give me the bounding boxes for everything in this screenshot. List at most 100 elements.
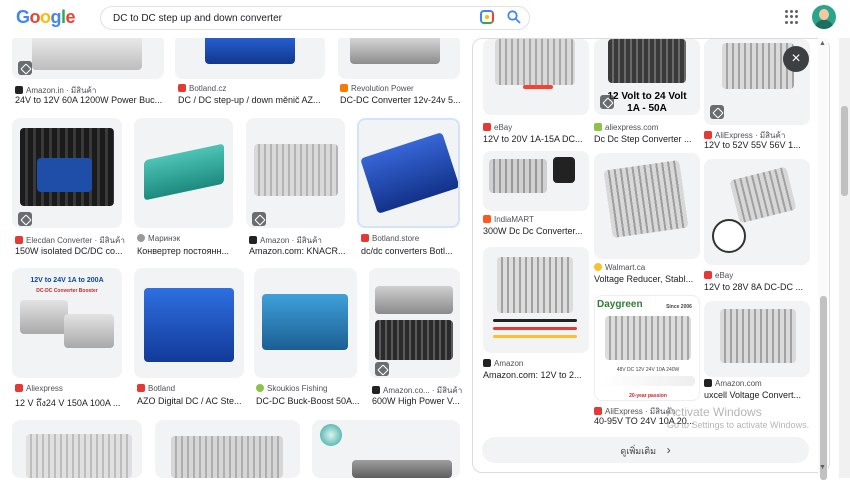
see-more-button[interactable]: ดูเพิ่มเติม › <box>482 437 809 463</box>
related-title[interactable]: Dc Dc Step Converter ... <box>594 134 700 144</box>
result-title[interactable]: Конвертер постоянн... <box>137 246 235 256</box>
aliexpress-icon <box>594 407 602 415</box>
related-title[interactable]: uxcell Voltage Convert... <box>704 390 810 400</box>
related-source[interactable]: aliexpress.com <box>594 123 700 132</box>
amazon-icon <box>249 236 257 244</box>
result-thumbnail[interactable] <box>12 118 122 228</box>
related-title[interactable]: 300W Dc Dc Converter... <box>483 226 589 236</box>
result-thumbnail[interactable] <box>357 118 460 228</box>
result-source[interactable]: Skoukios Fishing <box>256 384 361 393</box>
avatar[interactable] <box>812 5 836 29</box>
result-title[interactable]: DC / DC step-up / down měnič AZ... <box>178 95 328 105</box>
related-source[interactable]: Walmart.ca <box>594 263 700 272</box>
related-title[interactable]: 12V to 52V 55V 56V 1... <box>704 140 810 150</box>
revolution-power-icon <box>340 84 348 92</box>
result-source[interactable]: Botland.cz <box>178 84 328 93</box>
result-title[interactable]: AZO Digital DC / AC Ste... <box>137 396 247 406</box>
image-badge-icon <box>375 362 389 376</box>
result-source[interactable]: Aliexpress <box>15 384 125 393</box>
image-badge-icon <box>600 95 614 109</box>
indiamart-icon <box>483 215 491 223</box>
close-panel-button[interactable]: × <box>783 46 809 72</box>
result-title[interactable]: 600W High Power V... <box>372 396 464 406</box>
page-scrollbar[interactable] <box>839 38 850 478</box>
related-thumbnail[interactable]: Daygreen Since 2006 48V DC 12V 24V 10A 2… <box>594 295 700 401</box>
related-thumbnail[interactable]: 12 Volt to 24 Volt 1A - 50A <box>594 39 700 115</box>
result-source[interactable]: Botland.store <box>361 234 463 243</box>
image-badge-icon <box>710 105 724 119</box>
result-source[interactable]: Botland <box>137 384 247 393</box>
result-thumbnail[interactable] <box>175 34 325 79</box>
result-title[interactable]: 150W isolated DC/DC co... <box>15 246 125 256</box>
windows-activation-watermark: Activate Windows Go to Settings to activ… <box>667 405 810 430</box>
result-thumbnail[interactable] <box>312 420 460 478</box>
result-thumbnail[interactable] <box>12 420 142 478</box>
result-source[interactable]: Revolution Power <box>340 84 465 93</box>
google-lens-icon[interactable] <box>480 10 494 24</box>
scroll-down-icon[interactable]: ▼ <box>819 464 826 471</box>
result-thumbnail[interactable] <box>12 34 164 79</box>
aliexpress-icon <box>15 384 23 392</box>
amazon-icon <box>372 386 380 394</box>
panel-scrollbar-thumb[interactable] <box>820 296 827 480</box>
thumbnail-sublabel: DC-DC Converter Booster <box>36 288 98 294</box>
result-thumbnail[interactable] <box>134 268 244 378</box>
related-thumbnail[interactable] <box>704 159 810 265</box>
image-badge-icon <box>252 212 266 226</box>
result-thumbnail[interactable] <box>369 268 460 378</box>
result-title[interactable]: DC-DC Buck-Boost 50A... <box>256 396 361 406</box>
walmart-icon <box>594 263 602 271</box>
result-thumbnail[interactable] <box>246 118 345 228</box>
aliexpress-com-icon <box>594 123 602 131</box>
related-source[interactable]: eBay <box>483 123 589 132</box>
related-thumbnail[interactable] <box>483 151 589 211</box>
result-title[interactable]: 12 V ถึง24 V 150A 100A ... <box>15 396 127 410</box>
result-title[interactable]: DC-DC Converter 12v-24v 5... <box>340 95 465 105</box>
google-apps-icon[interactable] <box>785 10 799 24</box>
result-thumbnail[interactable] <box>155 420 300 478</box>
search-icon[interactable] <box>506 9 522 25</box>
related-source[interactable]: eBay <box>704 271 810 280</box>
related-thumbnail[interactable] <box>594 153 700 259</box>
related-thumbnail[interactable] <box>704 301 810 377</box>
ebay-icon <box>704 271 712 279</box>
amazon-icon <box>704 379 712 387</box>
related-title[interactable]: 12V to 20V 1A-15A DC... <box>483 134 589 144</box>
search-input[interactable] <box>113 10 473 27</box>
top-bar: Google <box>0 0 850 38</box>
amazon-icon <box>15 86 23 94</box>
result-thumbnail[interactable] <box>254 268 357 378</box>
see-more-label: ดูเพิ่มเติม <box>620 446 657 456</box>
since-text: Since 2006 <box>666 304 692 310</box>
related-source[interactable]: Amazon.com <box>704 379 810 388</box>
search-box[interactable] <box>100 6 530 30</box>
elecdan-icon <box>15 236 23 244</box>
result-title[interactable]: 24V to 12V 60A 1200W Power Buc... <box>15 95 165 105</box>
related-title[interactable]: 12V to 28V 8A DC-DC ... <box>704 282 810 292</box>
result-source[interactable]: Маринэк <box>137 234 235 243</box>
result-thumbnail[interactable]: 12V to 24V 1A to 200A DC-DC Converter Bo… <box>12 268 122 378</box>
result-thumbnail[interactable] <box>338 34 460 79</box>
google-logo[interactable]: Google <box>16 7 76 28</box>
result-title[interactable]: dc/dc converters Botl... <box>361 246 463 256</box>
passion-text: 20-year passion <box>629 393 667 399</box>
scroll-up-icon[interactable]: ▲ <box>819 40 826 47</box>
result-thumbnail[interactable] <box>134 118 233 228</box>
botland-icon <box>361 234 369 242</box>
related-source[interactable]: IndiaMART <box>483 215 589 224</box>
related-thumbnail[interactable] <box>483 247 589 353</box>
botland-icon <box>178 84 186 92</box>
ratings-text: 48V DC 12V 24V 10A 240W <box>616 367 680 373</box>
image-badge-icon <box>18 212 32 226</box>
related-source[interactable]: Amazon <box>483 359 589 368</box>
related-thumbnail[interactable] <box>483 39 589 115</box>
related-title[interactable]: Voltage Reducer, Stabl... <box>594 274 700 284</box>
result-title[interactable]: Amazon.com: KNACR... <box>249 246 347 256</box>
botland-icon <box>137 384 145 392</box>
amazon-icon <box>483 359 491 367</box>
related-title[interactable]: Amazon.com: 12V to 2... <box>483 370 589 380</box>
panel-scrollbar[interactable]: ▲ ▼ <box>818 38 828 480</box>
daygreen-logo-text: Daygreen <box>597 299 643 310</box>
image-badge-icon <box>18 61 32 75</box>
page-scrollbar-thumb[interactable] <box>841 106 848 196</box>
